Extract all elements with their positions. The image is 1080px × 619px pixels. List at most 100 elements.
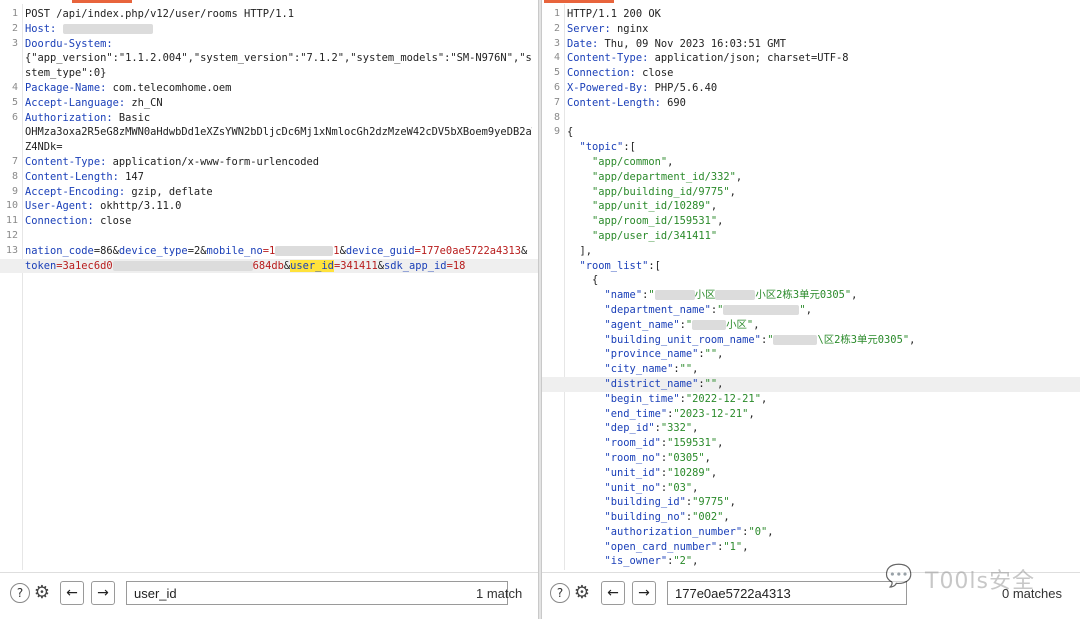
code-token: 小区" bbox=[726, 318, 754, 331]
response-pane: 1 HTTP/1.1 200 OK 2 Server: nginx 3 Date: Thu… bbox=[542, 0, 1080, 619]
code-token: "app/user_id/341411" bbox=[567, 229, 718, 242]
code-line: "room_list":[ bbox=[542, 259, 1080, 274]
request-tab-indicator bbox=[72, 0, 132, 3]
code-token: , bbox=[710, 200, 718, 213]
code-token: zh_CN bbox=[125, 96, 163, 109]
line-content: { bbox=[567, 125, 1074, 140]
code-token: "begin_time" bbox=[567, 392, 680, 405]
line-content: "begin_time":"2022-12-21", bbox=[567, 392, 1074, 407]
line-content: "building_unit_room_name":" \区2栋3单元0305", bbox=[567, 333, 1074, 348]
help-icon[interactable]: ? bbox=[10, 583, 30, 603]
line-number: 8 bbox=[11, 170, 18, 182]
previous-match-button[interactable]: ← bbox=[601, 581, 625, 605]
code-token: =341411 bbox=[333, 259, 378, 272]
code-token: Host: bbox=[25, 22, 63, 35]
code-token: Content-Type: bbox=[25, 155, 107, 168]
line-content: nation_code=86&device_type=2&mobile_no=1… bbox=[25, 244, 532, 259]
line-number: 13 bbox=[5, 244, 18, 256]
code-token: {"app_version":"1.1.2.004","system_versi… bbox=[25, 52, 532, 65]
redacted-block bbox=[773, 334, 818, 345]
code-token: , bbox=[723, 511, 730, 524]
line-number: 3 bbox=[553, 37, 560, 49]
line-content: Content-Type: application/x-www-form-url… bbox=[25, 155, 532, 170]
redacted-block bbox=[715, 290, 756, 301]
line-content: X-Powered-By: PHP/5.6.40 bbox=[567, 81, 1074, 96]
code-line: "app/room_id/159531", bbox=[542, 214, 1080, 229]
code-token: , bbox=[767, 525, 774, 538]
response-tab-indicator bbox=[544, 0, 614, 3]
code-line: 8 bbox=[542, 111, 1080, 126]
code-token: Z4NDk= bbox=[25, 141, 63, 154]
code-token: Connection: bbox=[567, 67, 636, 80]
code-token: HTTP/1.1 200 OK bbox=[567, 8, 661, 20]
code-line: "app/department_id/332", bbox=[542, 170, 1080, 185]
code-token: 小区 bbox=[694, 289, 716, 302]
code-token: "room_id" bbox=[567, 437, 661, 450]
help-icon[interactable]: ? bbox=[550, 583, 570, 603]
code-line: "unit_id":"10289", bbox=[542, 466, 1080, 481]
line-content: Accept-Language: zh_CN bbox=[25, 96, 532, 111]
wechat-logo-icon: 💬 bbox=[885, 564, 913, 589]
line-content: "building_no":"002", bbox=[567, 510, 1074, 525]
request-editor[interactable]: 1 POST /api/index.php/v12/user/rooms HTTP… bbox=[0, 4, 538, 570]
response-editor[interactable]: 1 HTTP/1.1 200 OK 2 Server: nginx 3 Date: Thu… bbox=[542, 4, 1080, 570]
line-number: 2 bbox=[553, 22, 560, 34]
code-token: nation_code bbox=[25, 244, 94, 257]
request-search-input[interactable] bbox=[126, 581, 508, 605]
code-token: PHP/5.6.40 bbox=[648, 81, 718, 94]
code-line: "app/common", bbox=[542, 155, 1080, 170]
code-token: "unit_id" bbox=[567, 466, 661, 479]
settings-gear-icon[interactable]: ⚙ bbox=[571, 582, 593, 604]
line-content: "building_id":"9775", bbox=[567, 495, 1074, 510]
code-line: "dep_id":"332", bbox=[542, 421, 1080, 436]
line-content: POST /api/index.php/v12/user/rooms HTTP/… bbox=[25, 7, 532, 22]
line-content: HTTP/1.1 200 OK bbox=[567, 7, 1074, 22]
response-search-input[interactable] bbox=[667, 581, 907, 605]
request-find-bar: ? ⚙ ← → 1 match bbox=[0, 572, 538, 613]
next-match-button[interactable]: → bbox=[91, 581, 115, 605]
code-token: \区2栋3单元0305" bbox=[817, 333, 910, 346]
code-token: , bbox=[909, 333, 916, 346]
code-line: 11 Connection: close bbox=[0, 214, 538, 229]
code-line: 9{ bbox=[542, 125, 1080, 140]
code-token: device_type bbox=[118, 244, 188, 257]
code-line: "authorization_number":"0", bbox=[542, 525, 1080, 540]
next-match-button[interactable]: → bbox=[632, 581, 656, 605]
code-line: stem_type":0} bbox=[0, 66, 538, 81]
line-number: 4 bbox=[553, 52, 560, 64]
code-token: Doordu-System: bbox=[25, 37, 113, 50]
line-number: 6 bbox=[11, 111, 18, 123]
code-token: sdk_app_id bbox=[384, 259, 447, 272]
settings-gear-icon[interactable]: ⚙ bbox=[31, 582, 53, 604]
code-line: 5 Accept-Language: zh_CN bbox=[0, 96, 538, 111]
code-line: 7 Content-Type: application/x-www-form-ur… bbox=[0, 155, 538, 170]
line-content: token=3a1ec6d0 684db&user_id=341411&sdk_a… bbox=[25, 259, 532, 274]
code-token: com.telecomhome.oem bbox=[106, 81, 232, 94]
line-number: 1 bbox=[11, 8, 18, 19]
code-token: "room_no" bbox=[567, 451, 661, 464]
code-token: "0305" bbox=[667, 451, 705, 464]
line-content: "province_name":"", bbox=[567, 347, 1074, 362]
line-number: 11 bbox=[5, 215, 18, 227]
code-token: =2& bbox=[187, 244, 207, 257]
line-content: Connection: close bbox=[567, 66, 1074, 81]
code-line: "unit_no":"03", bbox=[542, 481, 1080, 496]
code-token: :[ bbox=[648, 259, 661, 272]
request-match-count: 1 match bbox=[476, 586, 523, 601]
code-token: =18 bbox=[446, 259, 466, 272]
line-content: "open_card_number":"1", bbox=[567, 540, 1074, 555]
code-token: =86& bbox=[93, 244, 119, 257]
line-content: "app/room_id/159531", bbox=[567, 214, 1074, 229]
line-content: Package-Name: com.telecomhome.oem bbox=[25, 81, 532, 96]
code-line: "app/unit_id/10289", bbox=[542, 199, 1080, 214]
previous-match-button[interactable]: ← bbox=[60, 581, 84, 605]
line-content: "app/building_id/9775", bbox=[567, 185, 1074, 200]
code-token: "province_name" bbox=[567, 348, 699, 361]
code-token: , bbox=[735, 170, 743, 183]
code-line: "app/user_id/341411" bbox=[542, 229, 1080, 244]
code-token: , bbox=[851, 289, 858, 302]
line-content: "room_list":[ bbox=[567, 259, 1074, 274]
code-token: application/x-www-form-urlencoded bbox=[106, 155, 320, 168]
code-line: "end_time":"2023-12-21", bbox=[542, 407, 1080, 422]
code-token: "app/department_id/332" bbox=[567, 170, 736, 183]
